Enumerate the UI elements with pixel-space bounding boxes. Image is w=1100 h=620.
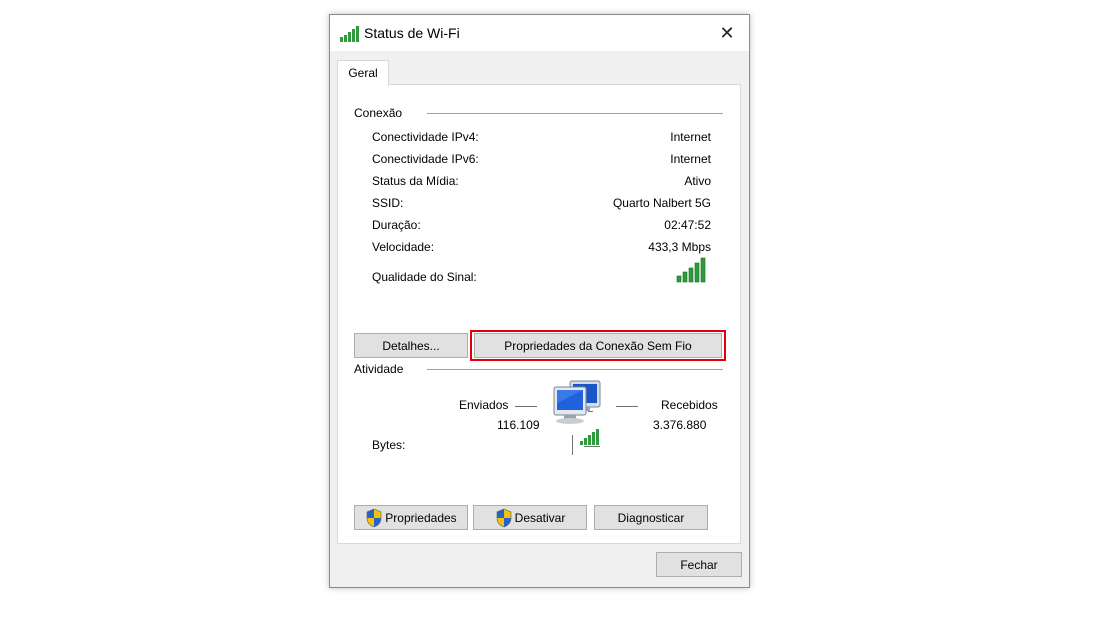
connection-group-label: Conexão — [354, 106, 403, 120]
duration-value: 02:47:52 — [664, 218, 711, 232]
title-bar: Status de Wi-Fi ✕ — [330, 15, 749, 51]
sent-bytes-value: 116.109 — [497, 418, 540, 432]
received-bytes-value: 3.376.880 — [653, 418, 707, 432]
speed-value: 433,3 Mbps — [648, 240, 711, 254]
activity-group-divider — [427, 369, 723, 370]
network-computers-icon — [553, 380, 601, 455]
tab-panel-geral: Conexão Conectividade IPv4: Internet Con… — [337, 84, 741, 544]
activity-group-label: Atividade — [354, 362, 404, 376]
wifi-status-dialog: Status de Wi-Fi ✕ Geral Conexão Conectiv… — [329, 14, 750, 588]
media-status-label: Status da Mídia: — [372, 174, 459, 188]
disable-button[interactable]: Desativar — [473, 505, 587, 530]
media-status-value: Ativo — [684, 174, 711, 188]
signal-strength-icon — [676, 257, 706, 283]
ssid-label: SSID: — [372, 196, 404, 210]
ipv6-label: Conectividade IPv6: — [372, 152, 479, 166]
uac-shield-icon — [496, 508, 511, 527]
duration-label: Duração: — [372, 218, 421, 232]
ipv4-value: Internet — [670, 130, 711, 144]
wifi-signal-icon — [340, 26, 359, 42]
uac-shield-icon — [366, 508, 382, 527]
sent-label: Enviados — [459, 398, 509, 412]
window-title: Status de Wi-Fi — [364, 25, 460, 41]
wireless-properties-button[interactable]: Propriedades da Conexão Sem Fio — [474, 333, 722, 358]
disable-button-label: Desativar — [514, 510, 566, 525]
speed-label: Velocidade: — [372, 240, 435, 254]
tab-geral[interactable]: Geral — [337, 60, 389, 86]
ipv4-label: Conectividade IPv4: — [372, 130, 479, 144]
close-icon: ✕ — [719, 22, 735, 43]
received-label: Recebidos — [661, 398, 718, 412]
properties-button[interactable]: Propriedades — [354, 505, 468, 530]
ssid-value: Quarto Nalbert 5G — [612, 196, 711, 210]
ipv6-value: Internet — [670, 152, 711, 166]
details-button[interactable]: Detalhes... — [354, 333, 468, 358]
received-line — [616, 406, 638, 407]
properties-button-label: Propriedades — [385, 510, 457, 525]
connection-group-divider — [427, 113, 723, 114]
close-window-button[interactable]: ✕ — [705, 15, 749, 51]
sent-line — [515, 406, 537, 407]
bytes-label: Bytes: — [372, 438, 406, 452]
close-button[interactable]: Fechar — [656, 552, 742, 577]
signal-quality-label: Qualidade do Sinal: — [372, 270, 477, 284]
diagnose-button[interactable]: Diagnosticar — [594, 505, 708, 530]
